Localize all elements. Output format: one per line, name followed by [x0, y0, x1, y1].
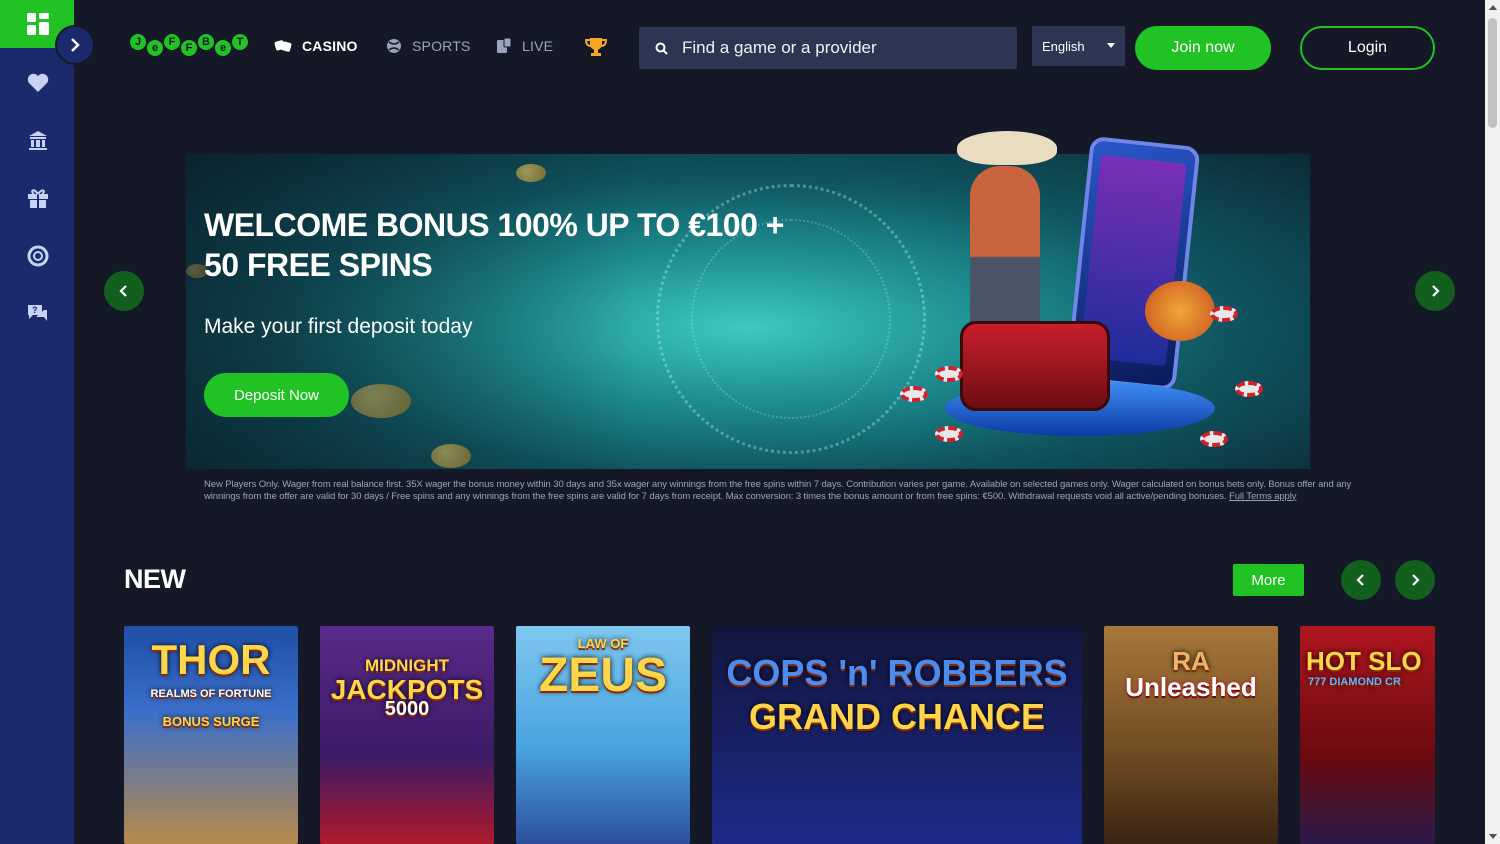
help-chat-icon: ? [28, 305, 47, 321]
join-now-button[interactable]: Join now [1135, 26, 1271, 70]
chevron-right-icon [1412, 574, 1420, 586]
game-tile[interactable]: MIDNIGHT JACKPOTS 5000 [320, 626, 494, 844]
banner-artwork [900, 96, 1280, 466]
games-prev-button[interactable] [1341, 560, 1381, 600]
game-title: Unleashed [1125, 672, 1257, 702]
banner-title-line: 50 FREE SPINS [204, 247, 433, 283]
game-search[interactable] [639, 27, 1017, 69]
casino-building-icon [29, 131, 47, 150]
banner-title: WELCOME BONUS 100% UP TO €100 + 50 FREE … [204, 205, 844, 285]
banner-subtitle: Make your first deposit today [204, 315, 473, 338]
logo-letter: e [215, 40, 231, 56]
cowboy-illustration [970, 166, 1040, 346]
more-button[interactable]: More [1233, 564, 1304, 596]
game-title: GRAND CHANCE [749, 696, 1045, 737]
lifebuoy-icon [27, 245, 49, 267]
live-cards-icon [497, 38, 512, 53]
casino-button[interactable] [26, 128, 50, 152]
chip-decor [1200, 431, 1228, 447]
scrollbar-thumb[interactable] [1488, 18, 1497, 128]
language-select[interactable]: English [1032, 26, 1125, 66]
logo-letter: F [164, 34, 180, 50]
help-button[interactable]: ? [26, 302, 50, 326]
chevron-left-icon [119, 285, 127, 297]
game-subtitle: REALMS OF FORTUNE [150, 688, 272, 700]
logo-letter: e [147, 40, 163, 56]
game-title: COPS 'n' ROBBERS [726, 652, 1068, 693]
support-button[interactable] [26, 244, 50, 268]
games-next-button[interactable] [1395, 560, 1435, 600]
jeffbet-logo[interactable]: J e F F B e T [130, 34, 248, 56]
trophy-icon [585, 38, 607, 56]
banner-prev-button[interactable] [104, 271, 144, 311]
alien-illustration [1145, 281, 1215, 341]
language-selected: English [1042, 38, 1085, 54]
game-title: HOT SLO [1306, 646, 1422, 676]
game-title: ZEUS [538, 649, 667, 702]
favorites-button[interactable] [26, 71, 50, 95]
gift-icon [28, 189, 48, 208]
scroll-up-icon[interactable] [1489, 5, 1497, 10]
game-subtitle: 777 DIAMOND CR [1308, 676, 1401, 688]
game-title: MIDNIGHT [364, 656, 450, 675]
game-tile[interactable]: HOT SLO 777 DIAMOND CR [1300, 626, 1435, 844]
dice-icon [274, 40, 292, 52]
chip-decor [935, 366, 963, 382]
nav-live[interactable]: LIVE [496, 38, 553, 54]
top-header: J e F F B e T CASINO SPORTS LIVE English… [74, 0, 1485, 96]
deposit-now-button[interactable]: Deposit Now [204, 373, 349, 417]
grid-icon [27, 13, 49, 35]
caret-down-icon [1107, 43, 1115, 48]
logo-letter: T [232, 34, 248, 50]
search-icon [655, 42, 668, 55]
logo-letter: J [130, 34, 146, 50]
nav-sports-label: SPORTS [412, 38, 471, 54]
chip-decor [1210, 306, 1238, 322]
coin-decor [351, 384, 411, 418]
logo-letter: B [198, 34, 214, 50]
cowboy-hat-illustration [957, 131, 1057, 165]
chip-decor [1235, 381, 1263, 397]
login-button[interactable]: Login [1300, 26, 1435, 70]
game-subtitle: 5000 [384, 698, 430, 720]
game-tile[interactable]: THOR REALMS OF FORTUNE BONUS SURGE [124, 626, 298, 844]
game-title: THOR [151, 636, 271, 683]
chevron-left-icon [1356, 574, 1364, 586]
section-title-new: NEW [124, 564, 186, 594]
bonus-terms: New Players Only. Wager from real balanc… [204, 479, 1379, 502]
full-terms-link[interactable]: Full Terms apply [1229, 491, 1296, 502]
game-tile[interactable]: RA Unleashed [1104, 626, 1278, 844]
nav-casino[interactable]: CASINO [274, 38, 358, 54]
game-subtitle: BONUS SURGE [162, 714, 260, 729]
scroll-down-icon[interactable] [1489, 834, 1497, 839]
chip-decor [900, 386, 928, 402]
game-tile[interactable]: COPS 'n' ROBBERS GRAND CHANCE [712, 626, 1082, 844]
coin-decor [516, 164, 546, 182]
search-input[interactable] [682, 38, 1002, 58]
slot-machine-illustration [960, 321, 1110, 411]
sidebar-expand-button[interactable] [55, 25, 95, 65]
banner-title-line: WELCOME BONUS 100% UP TO €100 + [204, 207, 784, 243]
game-tile[interactable]: LAW OF ZEUS [516, 626, 690, 844]
page-scrollbar[interactable] [1485, 0, 1500, 844]
nav-sports[interactable]: SPORTS [386, 38, 471, 54]
banner-next-button[interactable] [1415, 271, 1455, 311]
heart-icon [27, 73, 49, 92]
nav-casino-label: CASINO [302, 38, 358, 54]
chip-decor [935, 426, 963, 442]
promotions-button[interactable] [26, 186, 50, 210]
chevron-right-icon [71, 38, 80, 52]
terms-text: New Players Only. Wager from real balanc… [204, 479, 1352, 502]
coin-decor [431, 444, 471, 468]
tournaments-button[interactable] [585, 36, 607, 58]
logo-letter: F [181, 40, 197, 56]
svg-text:?: ? [32, 305, 38, 315]
ball-icon [387, 39, 401, 53]
sidebar: ? [0, 0, 74, 844]
chevron-right-icon [1432, 285, 1440, 297]
nav-live-label: LIVE [522, 38, 554, 54]
